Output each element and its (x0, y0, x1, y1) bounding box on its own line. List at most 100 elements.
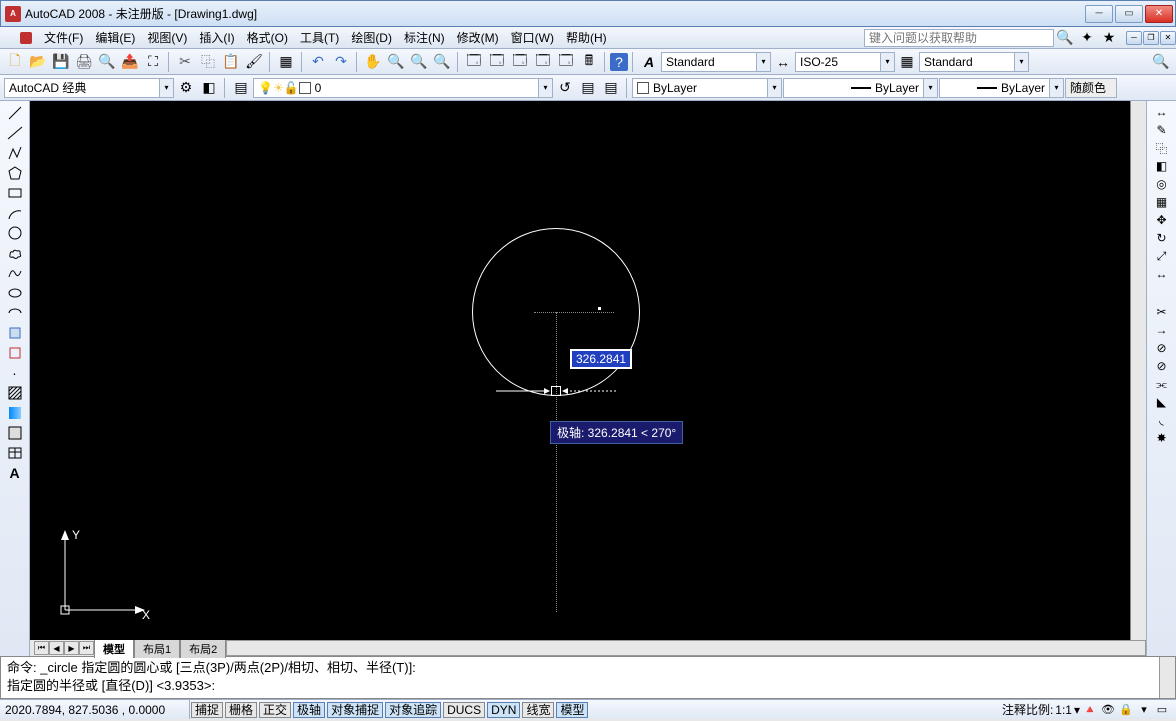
insert-block-icon[interactable] (3, 323, 27, 343)
lineweight-combo[interactable]: ByLayer▾ (939, 78, 1064, 98)
favorites-icon[interactable]: ★ (1098, 27, 1120, 49)
erase-icon[interactable]: ✎ (1150, 121, 1174, 139)
designcenter-icon[interactable]: 🗔 (486, 51, 508, 73)
3ddwf-icon[interactable]: ⛶ (142, 51, 164, 73)
menu-tools[interactable]: 工具(T) (294, 27, 345, 48)
offset-icon[interactable]: ◎ (1150, 175, 1174, 193)
copy-obj-icon[interactable]: ⿻ (1150, 139, 1174, 157)
paste-icon[interactable]: 📋 (220, 51, 242, 73)
distance-icon[interactable]: ↔ (1150, 103, 1174, 121)
make-block-icon[interactable] (3, 343, 27, 363)
menu-insert[interactable]: 插入(I) (193, 27, 240, 48)
modelspace-toggle[interactable]: 模型 (556, 702, 588, 718)
save-icon[interactable]: 💾 (50, 51, 72, 73)
zoom-previous-icon[interactable]: 🔍 (408, 51, 430, 73)
scale-icon[interactable]: ⤢ (1150, 247, 1174, 265)
clean-screen-icon[interactable]: ▭ (1154, 702, 1170, 718)
plot-preview-icon[interactable]: 🔍 (96, 51, 118, 73)
color-combo[interactable]: ByLayer▾ (632, 78, 782, 98)
doc-close-button[interactable]: ✕ (1160, 31, 1176, 45)
tab-last-button[interactable]: ⏭ (79, 641, 94, 655)
line-icon[interactable] (3, 103, 27, 123)
tab-layout2[interactable]: 布局2 (180, 639, 226, 658)
text-style-combo[interactable]: Standard▾ (661, 52, 771, 72)
dynamic-input-box[interactable]: 326.2841 (570, 349, 632, 369)
dim-style-combo[interactable]: ISO-25▾ (795, 52, 895, 72)
otrack-toggle[interactable]: 对象追踪 (385, 702, 441, 718)
menu-modify[interactable]: 修改(M) (451, 27, 505, 48)
tab-next-button[interactable]: ▶ (64, 641, 79, 655)
doc-restore-button[interactable]: ❐ (1143, 31, 1159, 45)
lock-ui-icon[interactable]: 🔒 (1118, 702, 1134, 718)
status-tray-icon[interactable]: ▾ (1136, 702, 1152, 718)
coords-readout[interactable]: 2020.7894, 827.5036 , 0.0000 (0, 700, 190, 719)
tab-layout1[interactable]: 布局1 (134, 639, 180, 658)
grid-toggle[interactable]: 栅格 (225, 702, 257, 718)
menu-view[interactable]: 视图(V) (141, 27, 193, 48)
layer-isolate-icon[interactable]: ▤ (600, 77, 622, 99)
ortho-toggle[interactable]: 正交 (259, 702, 291, 718)
ellipse-icon[interactable] (3, 283, 27, 303)
doc-icon[interactable] (20, 32, 32, 44)
spline-icon[interactable] (3, 263, 27, 283)
tab-model[interactable]: 模型 (94, 639, 134, 658)
snap-toggle[interactable]: 捕捉 (191, 702, 223, 718)
layer-state-icon[interactable]: ▤ (577, 77, 599, 99)
minimize-button[interactable]: ─ (1085, 5, 1113, 23)
menu-edit[interactable]: 编辑(E) (89, 27, 141, 48)
tool-palettes-icon[interactable]: 🗔 (509, 51, 531, 73)
fillet-icon[interactable]: ◟ (1150, 411, 1174, 429)
markup-icon[interactable]: 🗔 (555, 51, 577, 73)
open-icon[interactable]: 📂 (27, 51, 49, 73)
vertical-scrollbar[interactable] (1130, 101, 1146, 640)
layer-combo[interactable]: 💡 ☀ 🔓 0 ▾ (253, 78, 553, 98)
command-scrollbar[interactable] (1159, 657, 1175, 698)
polar-toggle[interactable]: 极轴 (293, 702, 325, 718)
text-style-icon[interactable]: A (638, 51, 660, 73)
zoom-realtime-icon[interactable]: 🔍 (385, 51, 407, 73)
hatch-icon[interactable] (3, 383, 27, 403)
redo-icon[interactable]: ↷ (330, 51, 352, 73)
lwt-toggle[interactable]: 线宽 (522, 702, 554, 718)
arc-icon[interactable] (3, 203, 27, 223)
gradient-icon[interactable] (3, 403, 27, 423)
table-style-icon[interactable]: ▦ (896, 51, 918, 73)
menu-help[interactable]: 帮助(H) (560, 27, 613, 48)
rectangle-icon[interactable] (3, 183, 27, 203)
revcloud-icon[interactable] (3, 243, 27, 263)
search-tool-icon[interactable]: 🔍 (1150, 51, 1172, 73)
help-search-input[interactable] (864, 29, 1054, 47)
undo-icon[interactable]: ↶ (307, 51, 329, 73)
polyline-icon[interactable] (3, 143, 27, 163)
publish-icon[interactable]: 📤 (119, 51, 141, 73)
close-button[interactable]: ✕ (1145, 5, 1173, 23)
point-icon[interactable]: · (3, 363, 27, 383)
ellipse-arc-icon[interactable] (3, 303, 27, 323)
maximize-button[interactable]: ▭ (1115, 5, 1143, 23)
dim-style-icon[interactable]: ↔ (772, 51, 794, 73)
menu-format[interactable]: 格式(O) (241, 27, 294, 48)
menu-dimension[interactable]: 标注(N) (398, 27, 451, 48)
polygon-icon[interactable] (3, 163, 27, 183)
plot-icon[interactable]: 🖨 (73, 51, 95, 73)
command-line[interactable]: 命令: _circle 指定圆的圆心或 [三点(3P)/两点(2P)/相切、相切… (0, 656, 1176, 699)
table-style-combo[interactable]: Standard▾ (919, 52, 1029, 72)
trim-icon[interactable]: ✂ (1150, 303, 1174, 321)
mirror-icon[interactable]: ◧ (1150, 157, 1174, 175)
menu-window[interactable]: 窗口(W) (505, 27, 560, 48)
cut-icon[interactable]: ✂ (174, 51, 196, 73)
workspace-settings-icon[interactable]: ⚙ (175, 77, 197, 99)
rotate-icon[interactable]: ↻ (1150, 229, 1174, 247)
linetype-combo[interactable]: ByLayer▾ (783, 78, 938, 98)
annoscale-value[interactable]: 1:1 (1055, 703, 1072, 717)
horizontal-scrollbar[interactable] (226, 640, 1146, 656)
quickcalc-icon[interactable]: 🖩 (578, 51, 600, 73)
help-icon[interactable]: ? (610, 53, 628, 71)
mtext-icon[interactable]: A (3, 463, 27, 483)
xline-icon[interactable] (3, 123, 27, 143)
annoscale-icon[interactable]: 🔺 (1082, 702, 1098, 718)
tab-first-button[interactable]: ⏮ (34, 641, 49, 655)
table-icon[interactable] (3, 443, 27, 463)
sheet-set-icon[interactable]: 🗔 (532, 51, 554, 73)
extend-icon[interactable]: → (1150, 321, 1174, 339)
